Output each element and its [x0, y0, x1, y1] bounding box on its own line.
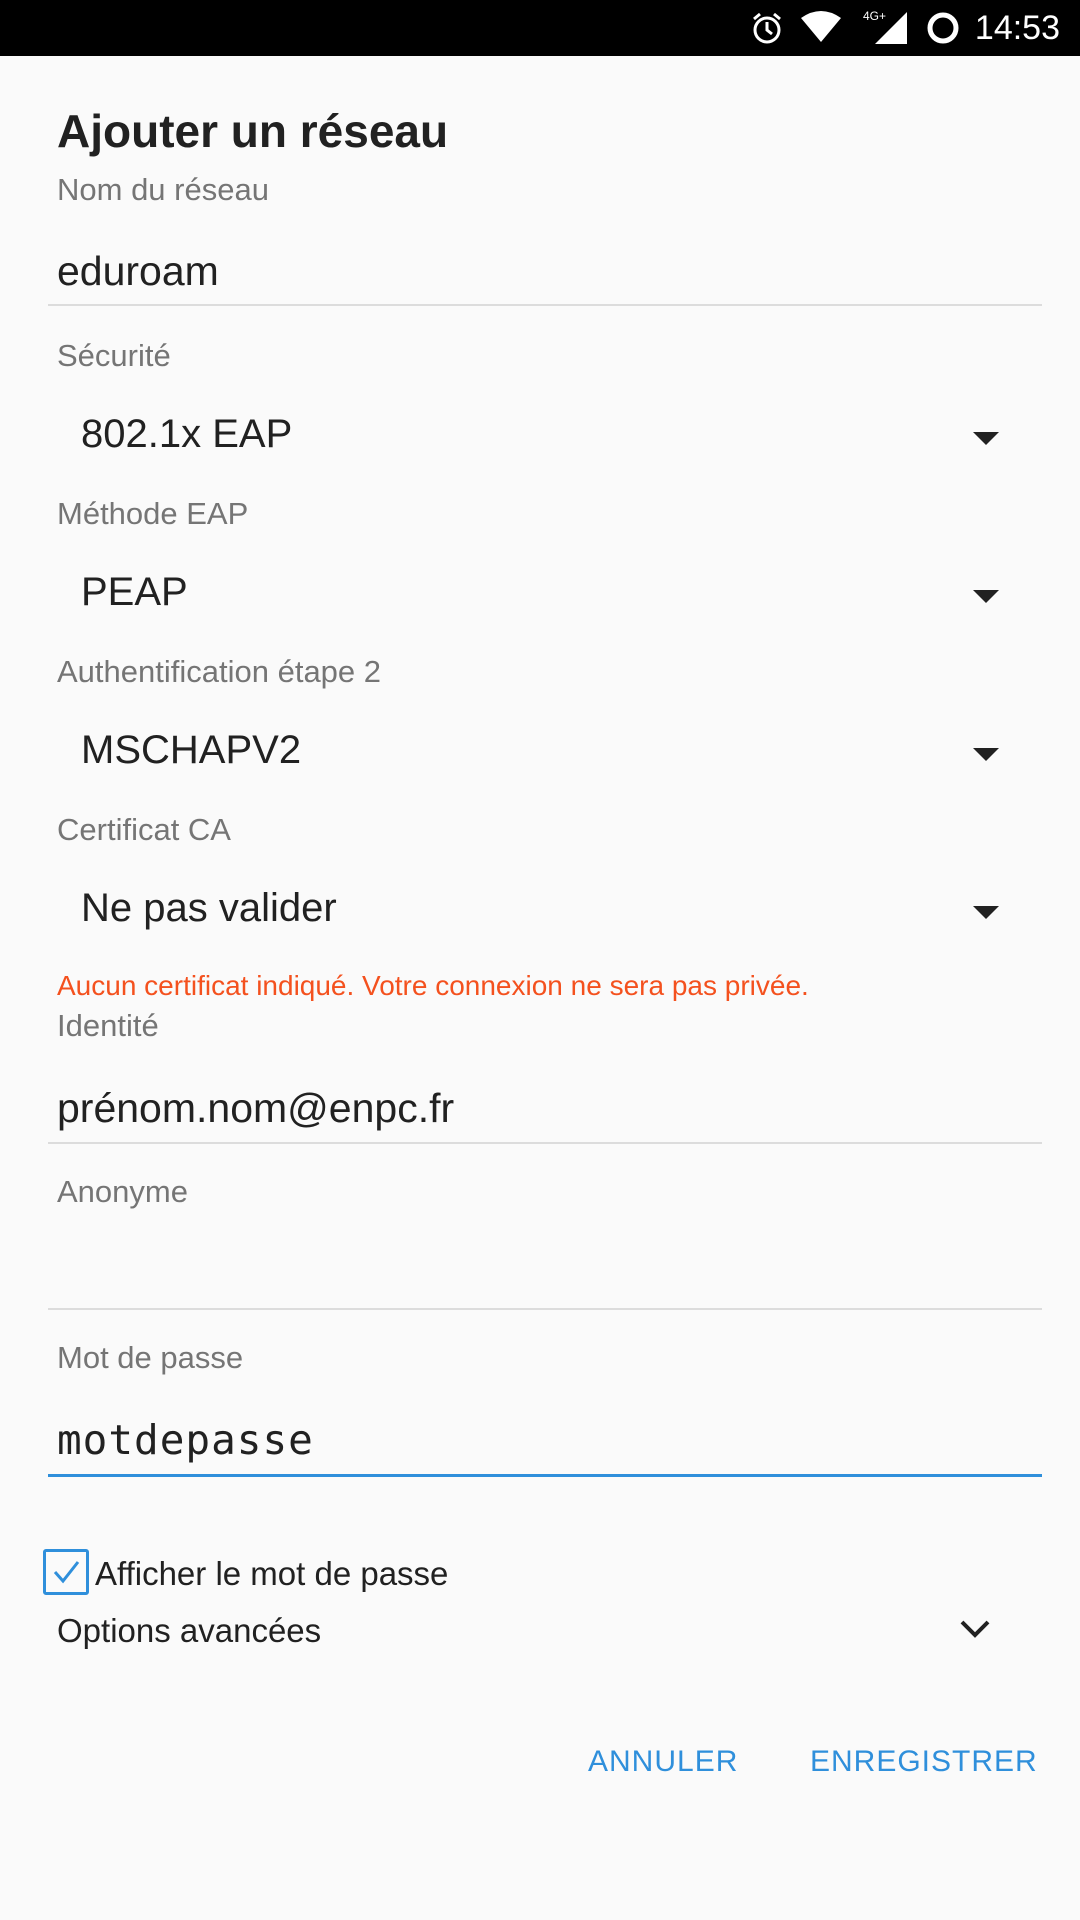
circle-icon	[925, 10, 961, 46]
dropdown-arrow-icon	[973, 906, 999, 919]
phase2-auth-label: Authentification étape 2	[57, 654, 382, 689]
identity-underline	[48, 1142, 1042, 1144]
password-label: Mot de passe	[57, 1340, 244, 1375]
alarm-icon	[749, 10, 785, 46]
status-bar: 4G+ 14:53	[0, 0, 1080, 56]
status-icons: 4G+ 14:53	[749, 0, 1060, 56]
ca-certificate-dropdown[interactable]: Ne pas valider	[57, 880, 1017, 950]
anonymous-label: Anonyme	[57, 1174, 188, 1209]
ca-certificate-value: Ne pas valider	[81, 886, 337, 930]
status-time: 14:53	[974, 8, 1060, 47]
identity-label: Identité	[57, 1008, 159, 1043]
wifi-icon	[799, 10, 843, 46]
ca-certificate-warning: Aucun certificat indiqué. Votre connexio…	[57, 970, 809, 1001]
ca-certificate-label: Certificat CA	[57, 812, 231, 847]
identity-input[interactable]: prénom.nom@enpc.fr	[57, 1085, 454, 1132]
dropdown-arrow-icon	[973, 748, 999, 761]
eap-method-value: PEAP	[81, 570, 188, 614]
advanced-options-label[interactable]: Options avancées	[57, 1612, 321, 1650]
network-name-input[interactable]: eduroam	[57, 248, 219, 295]
save-button[interactable]: ENREGISTRER	[810, 1745, 1038, 1779]
dialog-title: Ajouter un réseau	[57, 105, 449, 157]
eap-method-label: Méthode EAP	[57, 496, 249, 531]
network-type-label: 4G+	[863, 9, 886, 23]
dropdown-arrow-icon	[973, 432, 999, 445]
security-label: Sécurité	[57, 338, 171, 373]
password-underline	[48, 1474, 1042, 1477]
password-input[interactable]: motdepasse	[57, 1416, 314, 1464]
show-password-label[interactable]: Afficher le mot de passe	[95, 1555, 448, 1593]
phase2-auth-dropdown[interactable]: MSCHAPV2	[57, 722, 1017, 792]
cellular-signal-icon: 4G+	[857, 8, 911, 48]
eap-method-dropdown[interactable]: PEAP	[57, 564, 1017, 634]
dropdown-arrow-icon	[973, 590, 999, 603]
cancel-button[interactable]: ANNULER	[588, 1745, 738, 1779]
security-value: 802.1x EAP	[81, 412, 293, 456]
network-name-label: Nom du réseau	[57, 172, 269, 207]
anonymous-underline	[48, 1308, 1042, 1310]
network-name-underline	[48, 304, 1042, 306]
phase2-auth-value: MSCHAPV2	[81, 728, 302, 772]
chevron-down-icon[interactable]	[957, 1614, 993, 1649]
security-dropdown[interactable]: 802.1x EAP	[57, 406, 1017, 476]
checkmark-icon	[53, 1561, 80, 1584]
show-password-checkbox[interactable]	[43, 1549, 89, 1595]
anonymous-input[interactable]	[57, 1250, 1017, 1300]
